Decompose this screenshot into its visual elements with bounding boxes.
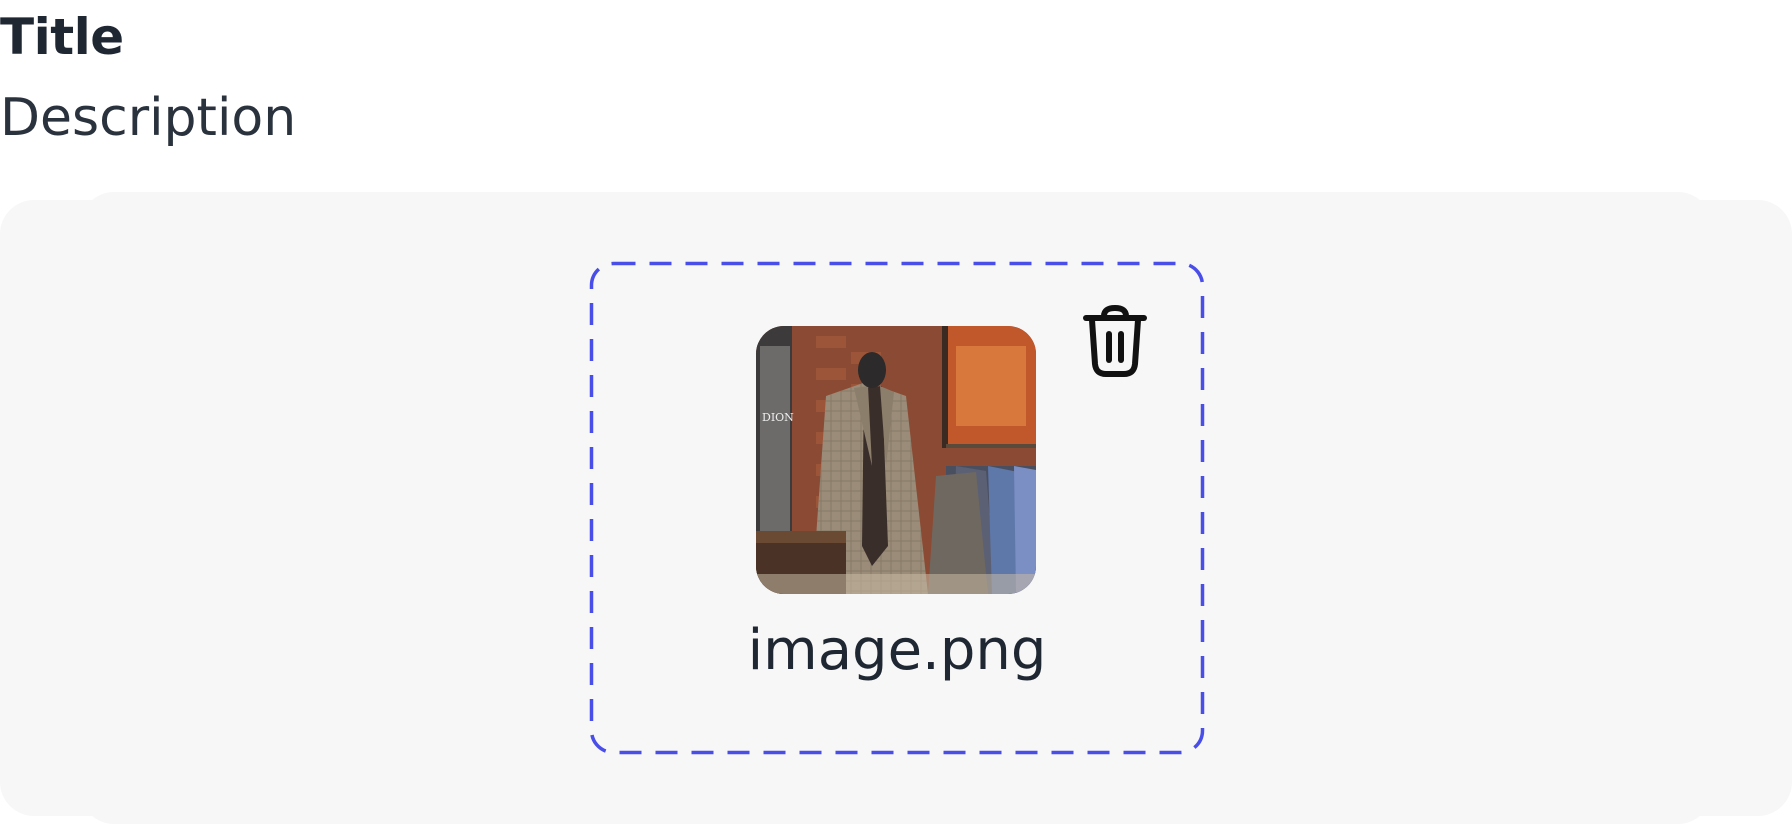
delete-file-button[interactable]: [1080, 304, 1150, 378]
uploaded-file-card: DION image.png: [589, 261, 1205, 755]
trash-icon: [1083, 304, 1147, 377]
file-name: image.png: [747, 618, 1047, 683]
svg-text:DION: DION: [762, 411, 794, 424]
page-title: Title: [0, 8, 124, 66]
page: Title Description DION image.png: [0, 0, 1792, 824]
file-thumbnail: DION: [756, 326, 1036, 594]
page-description: Description: [0, 88, 297, 148]
